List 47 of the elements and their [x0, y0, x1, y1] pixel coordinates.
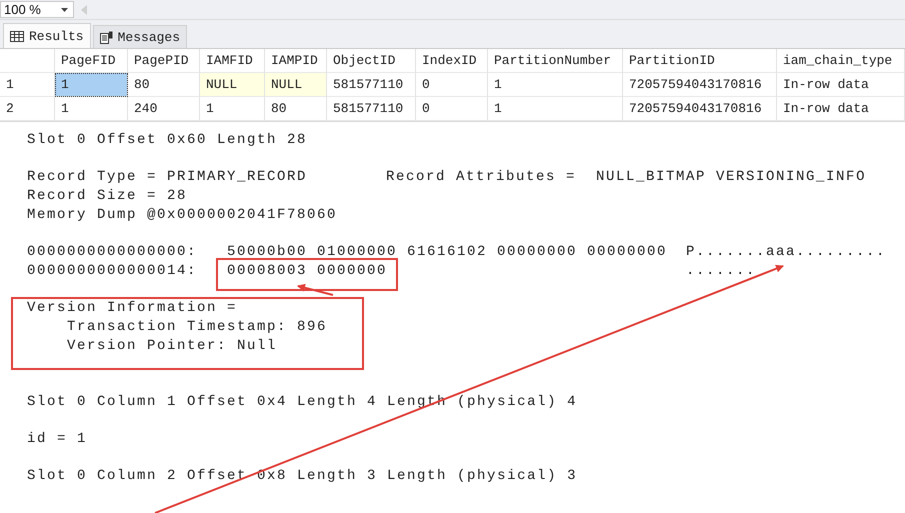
hex-offset: 0000000000000000:: [27, 243, 198, 262]
hex-offset: 0000000000000014:: [27, 262, 198, 280]
tab[interactable]: Results: [3, 23, 91, 48]
output-text: Memory Dump @0x0000002041F78060: [27, 206, 338, 224]
output-text: Version Information =: [27, 299, 238, 318]
table-cell[interactable]: 1: [55, 73, 128, 97]
table-cell[interactable]: In-row data: [777, 73, 905, 97]
output-text: Slot 0 Offset 0x60 Length 28: [27, 131, 308, 150]
table-cell[interactable]: 1: [488, 97, 623, 121]
row-number[interactable]: 2: [0, 97, 55, 121]
column-header[interactable]: PagePID: [128, 49, 200, 73]
grid-corner[interactable]: [0, 49, 55, 73]
hex-ascii: .......: [686, 262, 756, 280]
hex-ascii: P.......aaa.........: [686, 243, 886, 262]
output-text: Record Size = 28: [27, 187, 188, 206]
table-cell[interactable]: 72057594043170816: [623, 73, 777, 97]
table-cell[interactable]: 0: [416, 97, 488, 121]
document-icon: [100, 30, 113, 44]
output-text: Transaction Timestamp: 896: [67, 318, 328, 337]
table-cell[interactable]: 1: [55, 97, 128, 121]
tab[interactable]: Messages: [92, 25, 188, 48]
table-cell[interactable]: 80: [265, 97, 327, 121]
table-cell[interactable]: 1: [200, 97, 265, 121]
caret-icon: [61, 8, 68, 12]
output-text: id = 1: [27, 430, 88, 449]
grid-icon: [10, 30, 24, 42]
column-header[interactable]: IndexID: [416, 49, 488, 73]
hex-bytes: 00008003 0000000: [227, 262, 388, 279]
table-cell[interactable]: NULL: [200, 73, 265, 97]
column-header[interactable]: ObjectID: [327, 49, 416, 73]
output-text: Version Pointer: Null: [67, 336, 278, 356]
scroll-left-icon[interactable]: [81, 4, 87, 14]
table-cell[interactable]: 72057594043170816: [623, 97, 777, 121]
table-cell[interactable]: 240: [128, 97, 200, 121]
output-text: Record Type = PRIMARY_RECORD: [27, 168, 308, 188]
table-cell[interactable]: 0: [416, 73, 488, 97]
table-cell[interactable]: 581577110: [327, 97, 416, 121]
table-cell[interactable]: In-row data: [777, 97, 905, 121]
zoom-dropdown[interactable]: 100 %: [0, 1, 74, 18]
table-cell[interactable]: NULL: [265, 73, 327, 97]
column-header[interactable]: PartitionID: [623, 49, 777, 73]
table-cell[interactable]: 1: [488, 73, 623, 97]
column-header[interactable]: PartitionNumber: [488, 49, 623, 73]
table-cell[interactable]: 581577110: [327, 73, 416, 97]
column-header[interactable]: iam_chain_type: [777, 49, 905, 73]
hex-bytes: 50000b00 01000000 61616102 00000000 00000000: [227, 244, 668, 260]
output-text: Record Attributes = NULL_BITMAP VERSIONING_INFO: [386, 168, 866, 188]
